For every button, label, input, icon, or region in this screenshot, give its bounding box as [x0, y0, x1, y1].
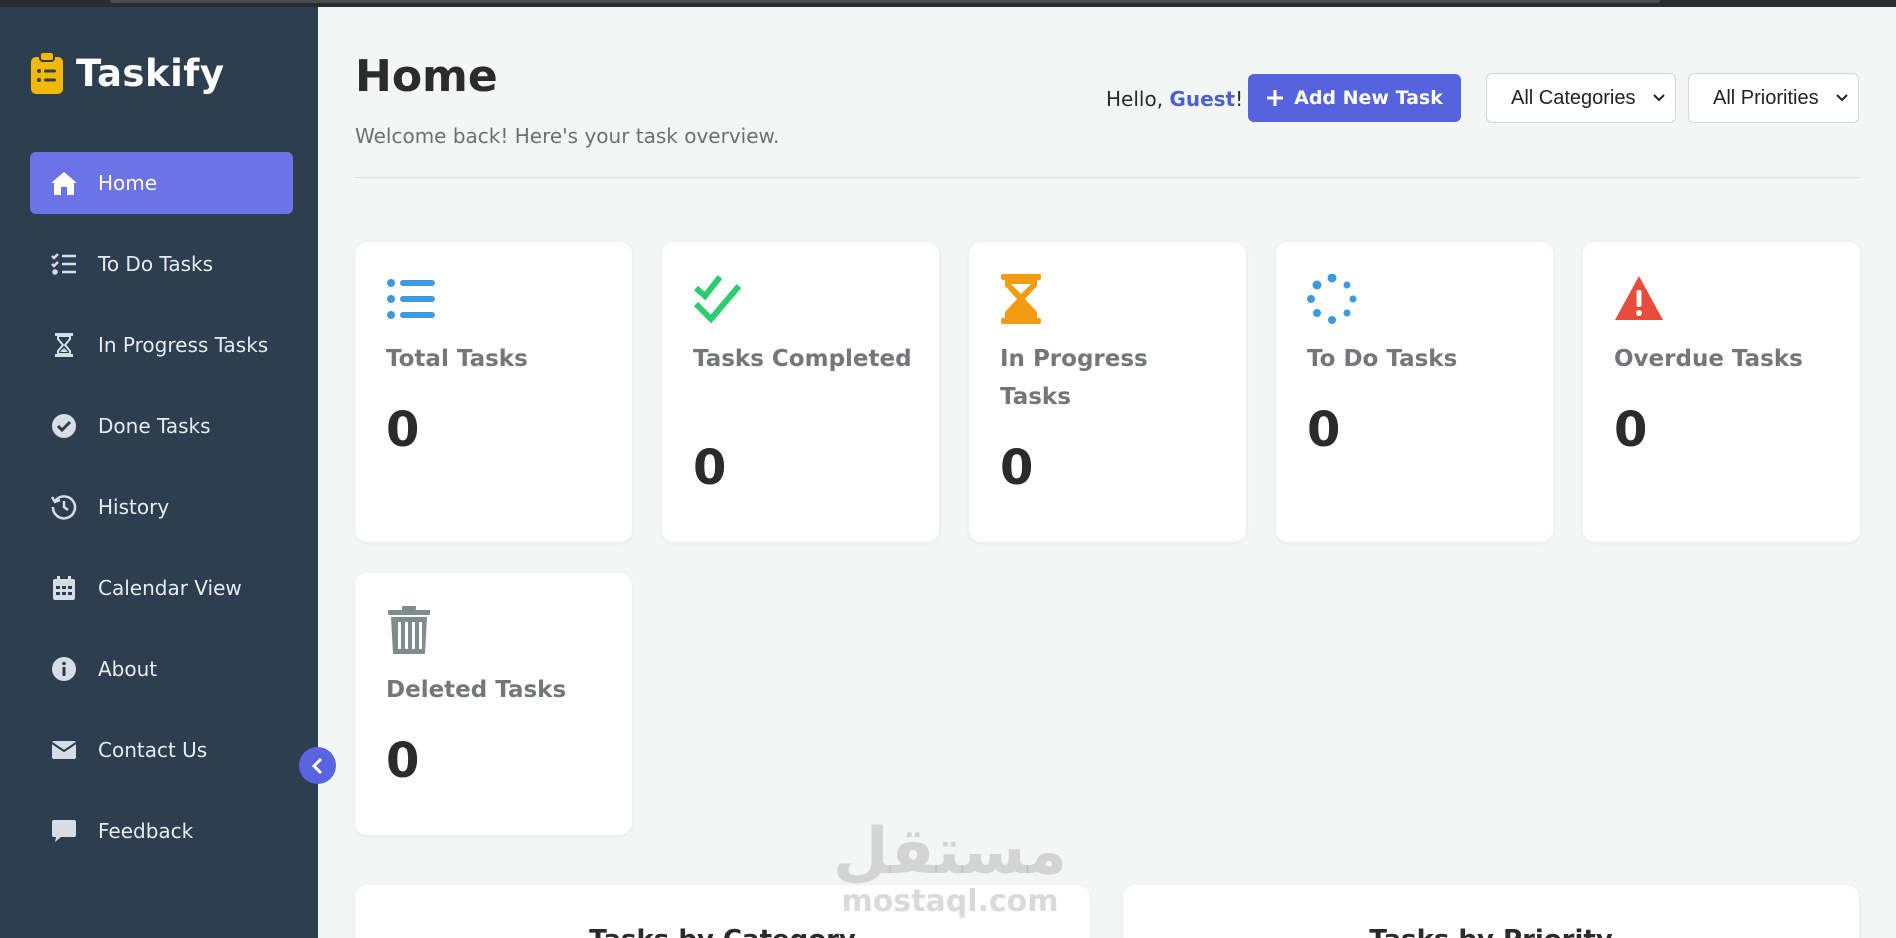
sidebar-item-about[interactable]: About: [30, 638, 293, 700]
app-name: Taskify: [76, 51, 225, 95]
username[interactable]: Guest: [1169, 87, 1235, 111]
window-tab-strip: [110, 0, 1660, 3]
panel-title: Tasks by Priority: [1123, 925, 1859, 938]
stat-card-overdue[interactable]: Overdue Tasks 0: [1583, 242, 1860, 542]
sidebar-item-label: History: [98, 495, 170, 519]
main-content: Home Welcome back! Here's your task over…: [318, 7, 1896, 938]
stat-label: Tasks Completed: [693, 346, 912, 372]
clipboard-icon: [31, 51, 63, 94]
chevron-down-icon: [1653, 94, 1665, 102]
chevron-down-icon: [1836, 94, 1848, 102]
stat-value: 0: [1307, 402, 1341, 458]
sidebar-item-label: Feedback: [98, 819, 194, 843]
priority-filter-value: All Priorities: [1713, 86, 1819, 109]
tasks-by-priority-panel: Tasks by Priority: [1123, 885, 1859, 938]
home-icon: [50, 169, 78, 197]
sidebar-item-label: Contact Us: [98, 738, 208, 762]
double-check-icon: [693, 275, 742, 324]
header-divider: [355, 177, 1859, 178]
stat-value: 0: [386, 733, 420, 789]
sidebar-item-label: About: [98, 657, 158, 681]
info-icon: [50, 655, 78, 683]
greeting: Hello, Guest!: [1106, 87, 1243, 111]
check-circle-icon: [50, 412, 78, 440]
stat-card-todo[interactable]: To Do Tasks 0: [1276, 242, 1553, 542]
sidebar: Taskify Home To Do Tasks In Progress Tas…: [0, 7, 318, 938]
spinner-icon: [1307, 274, 1357, 324]
hourglass-icon: [1001, 274, 1041, 324]
watermark-arabic: مستقل: [832, 815, 1068, 889]
sidebar-item-history[interactable]: History: [30, 476, 293, 538]
stat-label: In Progress Tasks: [1000, 346, 1148, 410]
sidebar-item-todo[interactable]: To Do Tasks: [30, 233, 293, 295]
plus-icon: [1267, 90, 1284, 106]
hourglass-icon: [50, 331, 78, 359]
trash-icon: [388, 606, 430, 654]
stat-value: 0: [1000, 440, 1034, 496]
sidebar-item-in-progress[interactable]: In Progress Tasks: [30, 314, 293, 376]
watermark: مستقل mostaql.com: [830, 820, 1070, 919]
stat-card-completed[interactable]: Tasks Completed 0: [662, 242, 939, 542]
priority-filter-select[interactable]: All Priorities: [1688, 73, 1859, 123]
add-new-task-label: Add New Task: [1294, 87, 1443, 109]
category-filter-value: All Categories: [1511, 86, 1636, 109]
page-subtitle: Welcome back! Here's your task overview.: [355, 124, 780, 148]
category-filter-select[interactable]: All Categories: [1486, 73, 1676, 123]
stat-value: 0: [693, 440, 727, 496]
stat-card-deleted[interactable]: Deleted Tasks 0: [355, 573, 632, 835]
sidebar-item-done[interactable]: Done Tasks: [30, 395, 293, 457]
stat-label: Total Tasks: [386, 346, 528, 372]
stat-value: 0: [1614, 402, 1648, 458]
panel-title: Tasks by Category: [355, 925, 1090, 938]
sidebar-item-label: Home: [98, 171, 158, 195]
comment-icon: [50, 817, 78, 845]
stat-card-total[interactable]: Total Tasks 0: [355, 242, 632, 542]
sidebar-item-label: Done Tasks: [98, 414, 211, 438]
add-new-task-button[interactable]: Add New Task: [1248, 74, 1461, 122]
stat-label: To Do Tasks: [1307, 346, 1458, 372]
checklist-icon: [50, 250, 78, 278]
stat-value: 0: [386, 402, 420, 458]
sidebar-item-feedback[interactable]: Feedback: [30, 800, 293, 862]
envelope-icon: [50, 736, 78, 764]
sidebar-item-label: Calendar View: [98, 576, 242, 600]
list-icon: [387, 279, 435, 319]
calendar-icon: [50, 574, 78, 602]
stat-label: Deleted Tasks: [386, 677, 567, 703]
sidebar-nav: Home To Do Tasks In Progress Tasks Done …: [30, 152, 293, 881]
history-icon: [50, 493, 78, 521]
sidebar-item-calendar[interactable]: Calendar View: [30, 557, 293, 619]
stat-card-in-progress[interactable]: In Progress Tasks 0: [969, 242, 1246, 542]
warning-icon: [1615, 276, 1663, 320]
brand[interactable]: Taskify: [30, 51, 224, 95]
page-title: Home: [355, 51, 498, 102]
greeting-prefix: Hello,: [1106, 87, 1170, 111]
watermark-latin: mostaql.com: [841, 884, 1059, 919]
stat-label: Overdue Tasks: [1614, 346, 1803, 372]
greeting-suffix: !: [1235, 87, 1244, 111]
sidebar-item-label: In Progress Tasks: [98, 333, 269, 357]
window-top-edge: [0, 0, 1896, 7]
sidebar-item-contact[interactable]: Contact Us: [30, 719, 293, 781]
sidebar-item-label: To Do Tasks: [98, 252, 213, 276]
sidebar-item-home[interactable]: Home: [30, 152, 293, 214]
